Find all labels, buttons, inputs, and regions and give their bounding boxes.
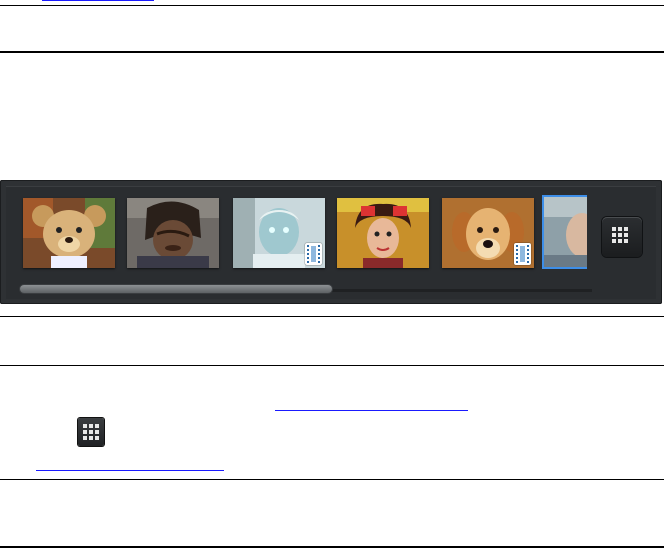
- link-underline[interactable]: [275, 410, 468, 411]
- grid-icon: [612, 227, 628, 243]
- grid-icon: [78, 418, 104, 446]
- thumbnail-person-warped[interactable]: [127, 198, 219, 268]
- video-icon: [514, 243, 531, 265]
- section-divider: [0, 51, 664, 53]
- video-icon: [305, 243, 322, 265]
- grid-view-button[interactable]: [602, 217, 642, 257]
- section-divider: [0, 316, 664, 317]
- thumbnail-person-negative[interactable]: [233, 198, 325, 268]
- section-divider: [0, 479, 664, 480]
- thumbnail-woman-cartoon[interactable]: [337, 198, 429, 268]
- section-divider: [0, 365, 664, 366]
- link-underline[interactable]: [42, 0, 154, 1]
- link-underline[interactable]: [36, 470, 224, 471]
- thumbnail-person-partial-selected[interactable]: [542, 195, 587, 269]
- thumbnail-teddy-bear[interactable]: [23, 198, 115, 268]
- strip-scrollbar-thumb[interactable]: [20, 285, 332, 293]
- top-divider: [0, 5, 664, 6]
- thumbnail-golden-retriever[interactable]: [442, 198, 534, 268]
